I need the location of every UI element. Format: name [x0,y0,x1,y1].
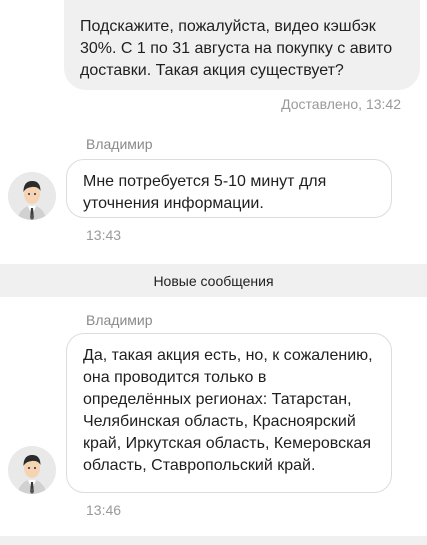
chat-thread: Подскажите, пожалуйста, видео кэшбэк 30%… [0,0,427,545]
sender-name: Владимир [86,136,153,152]
bottom-separator [0,536,427,545]
new-messages-divider: Новые сообщения [0,264,427,297]
outgoing-message-bubble[interactable]: Подскажите, пожалуйста, видео кэшбэк 30%… [64,0,420,90]
message-text: Да, такая акция есть, но, к сожалению, о… [83,347,373,474]
operator-avatar-icon[interactable] [8,446,56,494]
message-text: Подскажите, пожалуйста, видео кэшбэк 30%… [80,18,393,79]
message-time: 13:43 [86,227,122,243]
incoming-message-bubble[interactable]: Да, такая акция есть, но, к сожалению, о… [66,333,392,493]
incoming-message-bubble[interactable]: Мне потребуется 5-10 минут для уточнения… [66,159,392,218]
message-text: Мне потребуется 5-10 минут для уточнения… [83,173,327,212]
divider-label: Новые сообщения [153,272,274,289]
delivery-status: Доставлено, 13:42 [281,96,401,112]
operator-avatar-icon[interactable] [8,172,56,220]
avatar-illustration [8,172,56,220]
sender-name: Владимир [86,312,153,328]
avatar-illustration [8,446,56,494]
message-time: 13:46 [86,502,122,518]
